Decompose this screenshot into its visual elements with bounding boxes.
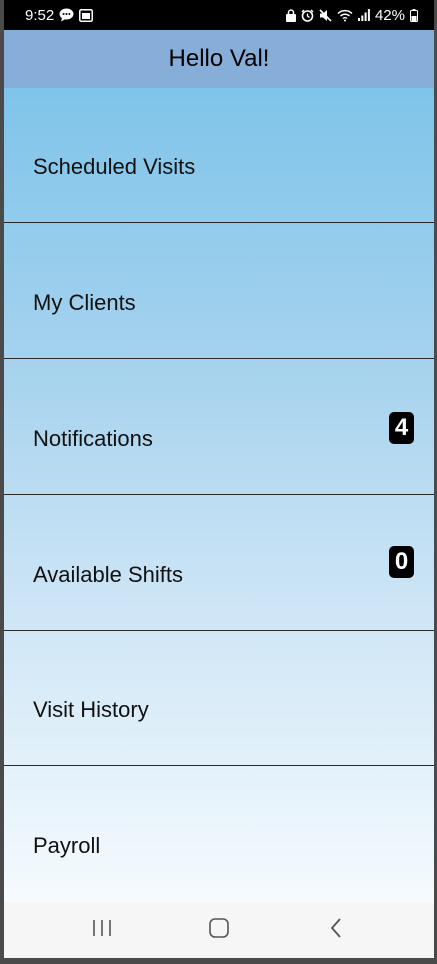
- chat-icon: [59, 8, 74, 22]
- menu-item-label: Visit History: [33, 697, 149, 722]
- menu-item-notifications[interactable]: Notifications 4: [4, 360, 434, 495]
- lock-icon: [285, 8, 296, 22]
- available-shifts-count-badge: 0: [389, 546, 414, 578]
- menu-item-label: Scheduled Visits: [33, 154, 196, 179]
- signal-icon: [357, 9, 370, 21]
- menu-item-label: My Clients: [33, 290, 136, 315]
- status-bar-right: 42%: [285, 6, 418, 24]
- menu-item-scheduled-visits[interactable]: Scheduled Visits: [4, 88, 434, 223]
- status-time: 9:52: [25, 6, 55, 24]
- notifications-count-badge: 4: [389, 412, 414, 444]
- menu-item-my-clients[interactable]: My Clients: [4, 224, 434, 359]
- recent-apps-button[interactable]: [72, 910, 132, 950]
- home-icon: [208, 917, 230, 944]
- phone-screen: 9:52 42% Hello Val! Scheduled Visits My …: [4, 0, 434, 958]
- home-button[interactable]: [189, 910, 249, 950]
- status-bar: 9:52 42%: [4, 0, 434, 30]
- wifi-icon: [337, 9, 353, 22]
- greeting-title: Hello Val!: [168, 45, 270, 72]
- status-bar-left: 9:52: [25, 6, 94, 24]
- battery-icon: [410, 8, 418, 22]
- recent-apps-icon: [92, 919, 112, 942]
- menu-item-label: Available Shifts: [33, 562, 184, 587]
- main-menu: Scheduled Visits My Clients Notification…: [4, 88, 434, 902]
- menu-item-label: Notifications: [33, 426, 153, 451]
- back-button[interactable]: [306, 910, 366, 950]
- menu-item-payroll[interactable]: Payroll: [4, 767, 434, 902]
- menu-item-available-shifts[interactable]: Available Shifts 0: [4, 496, 434, 631]
- app-header: Hello Val!: [4, 30, 434, 88]
- mute-icon: [319, 8, 332, 22]
- menu-item-visit-history[interactable]: Visit History: [4, 631, 434, 766]
- battery-percentage: 42%: [374, 6, 405, 24]
- calendar-icon: [79, 8, 94, 22]
- menu-item-label: Payroll: [33, 833, 101, 858]
- back-icon: [329, 917, 343, 944]
- system-nav-bar: [4, 902, 434, 958]
- alarm-icon: [301, 8, 314, 22]
